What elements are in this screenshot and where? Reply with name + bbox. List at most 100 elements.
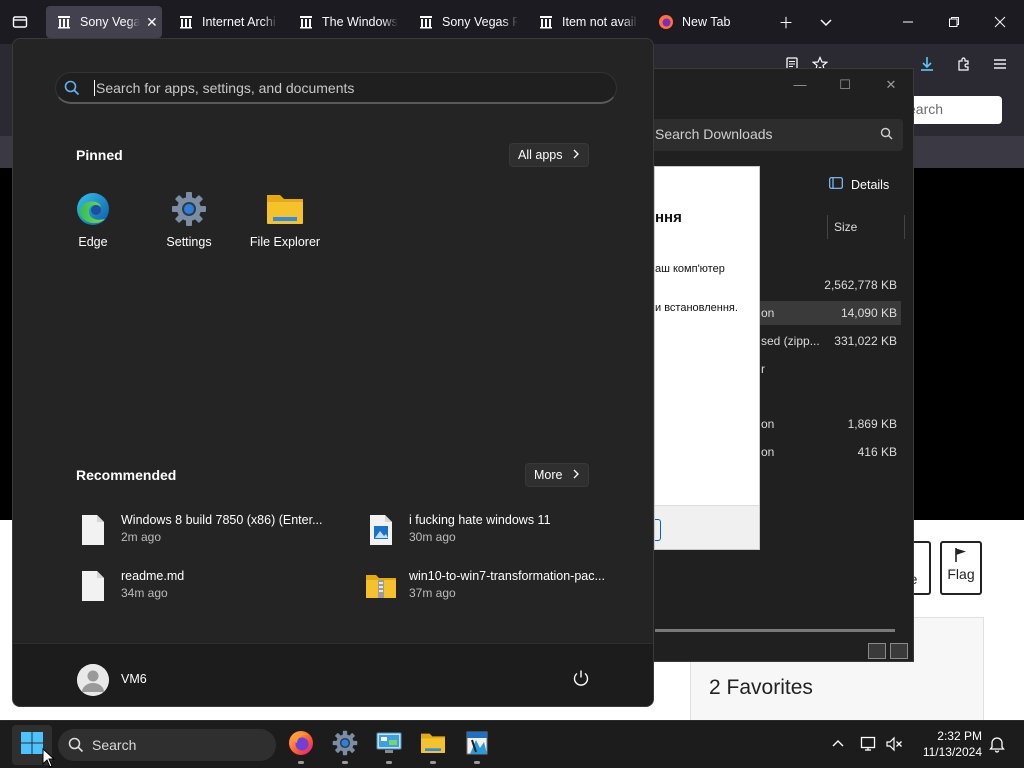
taskbar-app-settings[interactable] (327, 727, 363, 764)
mouse-cursor-icon (42, 747, 56, 768)
pinned-app-edge[interactable]: Edge (45, 189, 141, 253)
pinned-app-file-explorer[interactable]: File Explorer (237, 189, 333, 253)
extensions-puzzle-icon[interactable] (952, 52, 976, 76)
size-column-header[interactable]: Size (827, 215, 905, 239)
taskbar-app-file-explorer[interactable] (415, 727, 451, 764)
downloads-search-input[interactable]: Search Downloads (647, 119, 903, 151)
start-menu: Search for apps, settings, and documents… (12, 38, 654, 707)
installer-dialog: ння аш комп'ютер и встановлення. (654, 166, 760, 550)
menu-hamburger-icon[interactable] (988, 52, 1012, 76)
taskbar-app-installer[interactable] (459, 727, 495, 764)
file-icon (77, 569, 109, 603)
favorites-title: 2 Favorites (709, 676, 813, 699)
close-icon[interactable]: ✕ (879, 77, 903, 97)
minimize-icon[interactable]: — (788, 77, 812, 97)
minimize-icon[interactable] (896, 10, 920, 34)
recommended-item[interactable]: i fucking hate windows 11 30m ago (365, 511, 635, 551)
details-pane-icon (829, 177, 843, 192)
close-window-icon[interactable] (988, 10, 1012, 34)
network-icon[interactable] (858, 733, 880, 755)
tab-label: Sony Vegas Pr (442, 15, 518, 29)
dialog-title: ння (655, 209, 682, 226)
details-view-icon[interactable] (868, 643, 886, 659)
taskbar-search-label: Search (92, 737, 137, 753)
volume-muted-icon[interactable] (884, 733, 906, 755)
archive-icon (418, 14, 434, 30)
item-name: i fucking hate windows 11 (409, 513, 551, 527)
search-placeholder: Search for apps, settings, and documents (96, 79, 355, 96)
file-name: on (761, 306, 775, 320)
control-panel-icon (376, 731, 402, 760)
restore-icon[interactable] (942, 10, 966, 34)
image-file-icon (365, 513, 397, 547)
taskbar-app-control-panel[interactable] (371, 727, 407, 764)
browser-tab[interactable]: Item not avail (528, 6, 640, 38)
dialog-footer (655, 505, 759, 549)
page-search-input[interactable]: earch (900, 96, 1002, 124)
more-label: More (534, 468, 563, 482)
chevron-right-icon (572, 468, 580, 482)
file-name: on (761, 417, 775, 431)
list-all-tabs-chevron-icon[interactable] (814, 10, 838, 34)
show-hidden-icons-chevron-icon[interactable] (827, 733, 849, 755)
downloads-search-placeholder: Search Downloads (655, 126, 773, 142)
running-indicator (298, 761, 304, 764)
recommended-item[interactable]: readme.md 34m ago (77, 567, 347, 607)
firefox-icon (658, 14, 674, 30)
taskbar-search-box[interactable]: Search (58, 729, 276, 761)
pinned-title: Pinned (76, 147, 123, 163)
details-view-button[interactable]: Details (829, 177, 889, 192)
installer-icon (464, 730, 490, 761)
running-indicator (342, 761, 348, 764)
browser-tab[interactable]: Sony Vegas ✕ (46, 6, 162, 38)
archive-icon (56, 14, 72, 30)
file-size: 1,869 KB (847, 417, 897, 431)
user-name[interactable]: VM6 (121, 672, 147, 686)
maximize-icon[interactable]: ☐ (833, 77, 857, 97)
browser-tab[interactable]: New Tab (648, 6, 758, 38)
item-time: 34m ago (121, 586, 168, 600)
text-caret (94, 79, 95, 96)
file-size: 14,090 KB (840, 306, 897, 320)
flag-label: Flag (947, 566, 975, 582)
app-label: Settings (166, 235, 212, 249)
archive-icon (538, 14, 554, 30)
recommended-item[interactable]: Windows 8 build 7850 (x86) (Enter... 2m … (77, 511, 347, 551)
browser-tab[interactable]: Sony Vegas Pr (408, 6, 520, 38)
new-tab-plus-icon[interactable]: ＋ (774, 10, 798, 34)
folder-icon (265, 189, 305, 229)
close-icon[interactable]: ✕ (146, 14, 158, 31)
all-apps-button[interactable]: All apps (509, 143, 590, 167)
browser-tab[interactable]: Internet Archi (168, 6, 280, 38)
taskbar-app-firefox[interactable] (283, 727, 319, 764)
dialog-text: аш комп'ютер (655, 263, 725, 275)
tab-label: Item not avail (562, 15, 637, 29)
notification-bell-icon[interactable] (986, 733, 1008, 755)
taskbar: Search 2:32 PM 11/13/2024 (0, 720, 1024, 768)
firefox-view-icon[interactable] (8, 10, 32, 34)
horizontal-scrollbar[interactable] (655, 629, 895, 632)
file-name: on (761, 445, 775, 459)
item-time: 37m ago (409, 586, 456, 600)
file-size: 416 KB (857, 445, 897, 459)
dialog-button[interactable] (655, 519, 661, 541)
recommended-item[interactable]: win10-to-win7-transformation-pac... 37m … (365, 567, 635, 607)
recommended-title: Recommended (76, 467, 177, 483)
browser-tab[interactable]: The Windows (288, 6, 400, 38)
downloads-arrow-icon[interactable] (915, 52, 939, 76)
more-button[interactable]: More (525, 463, 590, 487)
power-icon[interactable] (569, 666, 593, 690)
running-indicator (474, 761, 480, 764)
start-search-input[interactable]: Search for apps, settings, and documents (55, 72, 617, 104)
taskbar-clock[interactable]: 2:32 PM 11/13/2024 (912, 728, 982, 760)
search-icon (68, 737, 84, 753)
archive-icon (178, 14, 194, 30)
pinned-app-settings[interactable]: Settings (141, 189, 237, 253)
tab-label: Sony Vegas (80, 15, 140, 29)
user-avatar[interactable] (77, 664, 109, 696)
large-icons-view-icon[interactable] (890, 643, 908, 659)
file-size: 2,562,778 KB (824, 278, 897, 292)
search-icon (880, 127, 893, 143)
windows-logo-icon (20, 731, 44, 760)
flag-button[interactable]: Flag (940, 541, 982, 595)
